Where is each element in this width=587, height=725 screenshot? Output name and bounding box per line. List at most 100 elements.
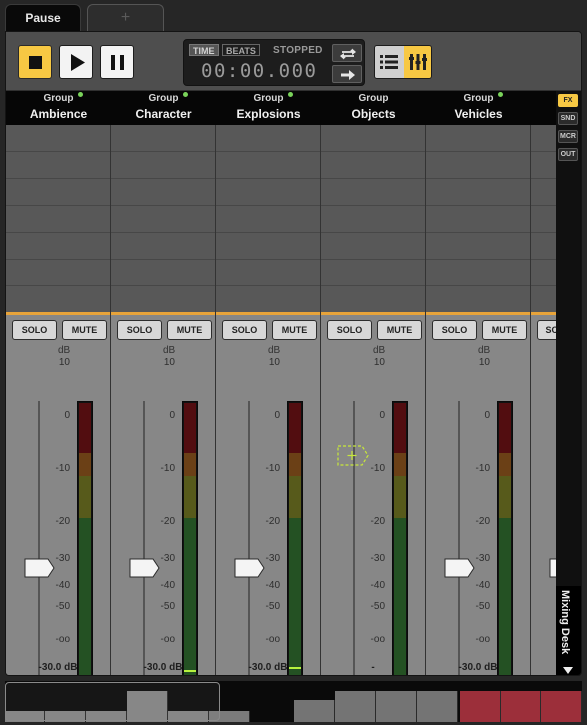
fader-knob[interactable] xyxy=(549,558,556,578)
meter-green-zone xyxy=(394,518,406,675)
pause-icon xyxy=(111,55,124,70)
time-readout: 00:00.000 xyxy=(201,60,318,82)
loop-button[interactable] xyxy=(332,44,362,62)
level-meter xyxy=(392,401,408,675)
beats-mode-toggle[interactable]: BEATS xyxy=(222,44,260,56)
fx-slot-area[interactable] xyxy=(6,125,110,312)
meter-yellow-zone xyxy=(394,476,406,518)
meter-green-zone xyxy=(184,518,196,675)
status-dot-icon xyxy=(498,92,503,97)
fx-slot-divider xyxy=(6,232,110,233)
channel-overview[interactable] xyxy=(5,681,582,722)
level-readout: - xyxy=(371,662,375,673)
channel-strip-ambience: SOLO MUTE dB 10 0 -10 -20 -30 -40 -50 -o… xyxy=(6,125,111,675)
fx-slot-area[interactable] xyxy=(216,125,320,312)
mixer-view-button[interactable] xyxy=(404,46,431,78)
mixing-desk-toggle[interactable]: Mixing Desk xyxy=(556,586,581,675)
fx-slot-divider xyxy=(6,178,110,179)
fx-slot-divider xyxy=(216,178,320,179)
overview-block xyxy=(294,700,335,722)
channel-strip-explosions: SOLO MUTE dB 10 0 -10 -20 -30 -40 -50 -o… xyxy=(216,125,321,675)
meter-green-zone xyxy=(499,518,511,675)
mute-button[interactable]: MUTE xyxy=(167,320,212,340)
scale-label: -oo xyxy=(55,634,70,645)
meter-red-zone xyxy=(184,403,196,453)
fader-track[interactable] xyxy=(248,401,250,675)
mcr-bus-button[interactable]: MCR xyxy=(558,130,578,143)
fader-section xyxy=(216,315,320,675)
fx-bus-button[interactable]: FX xyxy=(558,94,578,107)
fx-slot-area[interactable] xyxy=(111,125,215,312)
overview-viewport[interactable] xyxy=(5,682,220,721)
solo-button[interactable]: SOLO xyxy=(432,320,477,340)
pause-button[interactable] xyxy=(100,45,134,79)
fx-slot-divider xyxy=(321,205,425,206)
solo-button[interactable]: SO xyxy=(537,320,556,340)
mute-button[interactable]: MUTE xyxy=(377,320,422,340)
meter-red-zone xyxy=(289,403,301,453)
fx-slot-area[interactable] xyxy=(531,125,556,312)
db-unit-label: dB xyxy=(478,345,491,356)
snd-bus-button[interactable]: SND xyxy=(558,112,578,125)
stop-button[interactable] xyxy=(18,45,52,79)
solo-button[interactable]: SOLO xyxy=(12,320,57,340)
add-fader-icon[interactable] xyxy=(337,445,369,466)
fader-track[interactable] xyxy=(143,401,145,675)
meter-red-zone xyxy=(499,403,511,453)
scale-label: -50 xyxy=(370,601,385,612)
mute-button[interactable]: MUTE xyxy=(482,320,527,340)
scale-label: -40 xyxy=(370,580,385,591)
fader-track[interactable] xyxy=(458,401,460,675)
overview-block xyxy=(335,691,376,722)
bus-side-panel: FX SND MCR OUT Mixing Desk xyxy=(556,91,581,675)
meter-yellow-zone xyxy=(79,476,91,518)
channel-group-label: Group xyxy=(253,93,284,104)
play-button[interactable] xyxy=(59,45,93,79)
follow-button[interactable] xyxy=(332,65,362,83)
add-tab-button[interactable]: + xyxy=(87,4,164,32)
overview-block xyxy=(376,691,417,722)
fx-slot-divider xyxy=(531,285,556,286)
fx-slot-divider xyxy=(426,285,530,286)
fader-knob[interactable] xyxy=(129,558,160,578)
out-bus-button[interactable]: OUT xyxy=(558,148,578,161)
fx-slot-divider xyxy=(216,232,320,233)
list-view-button[interactable] xyxy=(375,46,404,78)
channel-header-objects[interactable]: Group Objects xyxy=(321,91,426,125)
playback-state: STOPPED xyxy=(273,45,323,56)
meter-yellow-zone xyxy=(184,476,196,518)
fader-track[interactable] xyxy=(38,401,40,675)
solo-button[interactable]: SOLO xyxy=(327,320,372,340)
fader-knob[interactable] xyxy=(234,558,265,578)
channel-header-explosions[interactable]: Group Explosions xyxy=(216,91,321,125)
fader-track[interactable] xyxy=(353,401,355,675)
db-unit-label: dB xyxy=(373,345,386,356)
fx-slot-divider xyxy=(426,205,530,206)
mute-button[interactable]: MUTE xyxy=(62,320,107,340)
channel-header-vehicles[interactable]: Group Vehicles xyxy=(426,91,531,125)
scale-label: -10 xyxy=(475,463,490,474)
channel-header-ambience[interactable]: Group Ambience xyxy=(6,91,111,125)
fader-knob[interactable] xyxy=(444,558,475,578)
fx-slot-area[interactable] xyxy=(426,125,530,312)
fx-slot-divider xyxy=(321,232,425,233)
mute-button[interactable]: MUTE xyxy=(272,320,317,340)
channel-strip-vehicles: SOLO MUTE dB 10 0 -10 -20 -30 -40 -50 -o… xyxy=(426,125,531,675)
fx-slot-divider xyxy=(531,178,556,179)
fx-slot-divider xyxy=(216,151,320,152)
time-mode-toggle[interactable]: TIME xyxy=(189,44,219,56)
fx-slot-divider xyxy=(6,259,110,260)
meter-green-zone xyxy=(79,518,91,675)
channel-header-character[interactable]: Group Character xyxy=(111,91,216,125)
fx-slot-divider xyxy=(321,285,425,286)
channel-group-label: Group xyxy=(148,93,179,104)
scale-label: 10 xyxy=(373,357,385,368)
mixing-desk-label: Mixing Desk xyxy=(559,590,571,655)
fx-slot-area[interactable] xyxy=(321,125,425,312)
solo-button[interactable]: SOLO xyxy=(117,320,162,340)
fader-knob[interactable] xyxy=(24,558,55,578)
scale-label: -10 xyxy=(55,463,70,474)
tab-pause[interactable]: Pause xyxy=(5,4,81,32)
solo-button[interactable]: SOLO xyxy=(222,320,267,340)
scale-label: -10 xyxy=(265,463,280,474)
